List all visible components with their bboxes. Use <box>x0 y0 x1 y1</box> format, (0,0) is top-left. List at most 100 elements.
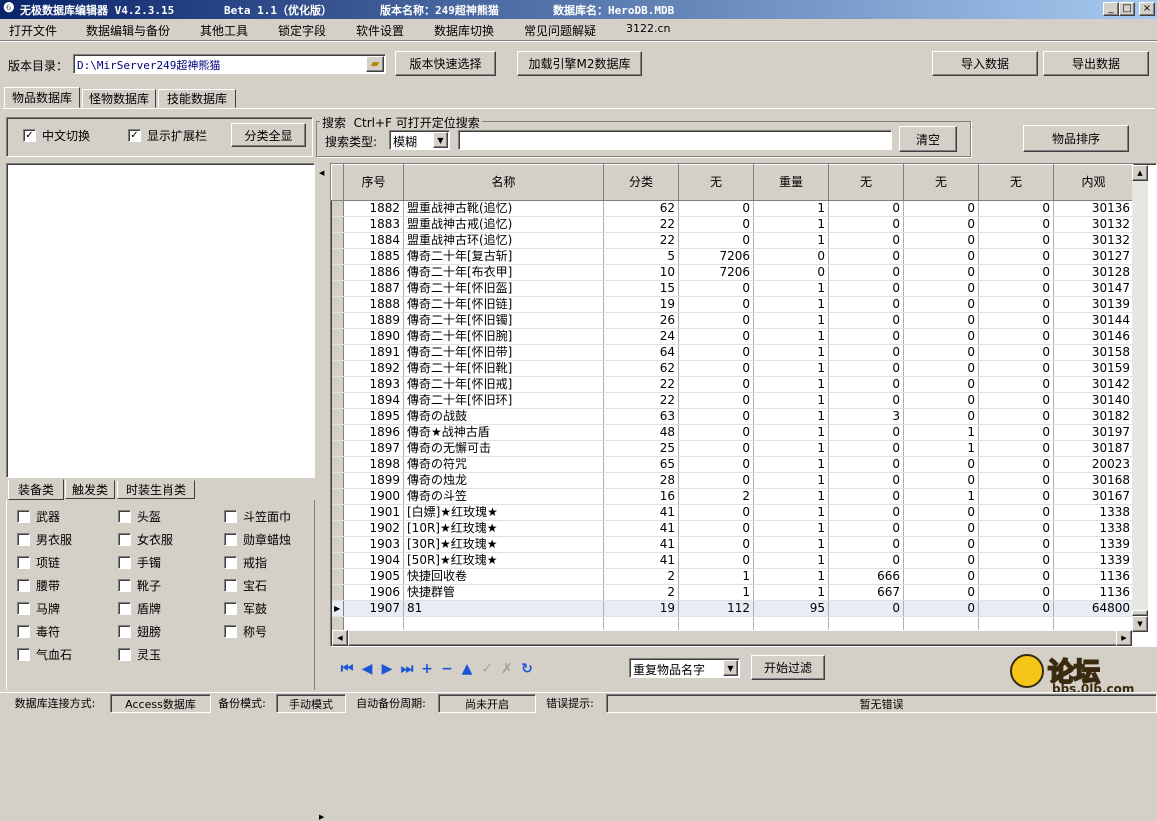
tab-trigger[interactable]: 触发类 <box>65 480 115 499</box>
cat-spirit-jade[interactable]: 灵玉 <box>118 646 161 663</box>
col-header-none-1[interactable]: 无 <box>678 164 754 201</box>
cell-appearance[interactable]: 30197 <box>1053 424 1134 441</box>
cell-weight[interactable]: 95 <box>753 600 829 617</box>
cell-weight[interactable]: 1 <box>753 488 829 505</box>
cell-id[interactable]: 1899 <box>343 472 404 489</box>
cell-category[interactable]: 48 <box>603 424 679 441</box>
cell-category[interactable]: 62 <box>603 360 679 377</box>
cell-none-1[interactable]: 0 <box>678 360 754 377</box>
cell-weight[interactable]: 1 <box>753 584 829 601</box>
cat-female-armor[interactable]: 女衣服 <box>118 531 173 548</box>
cell-category[interactable]: 64 <box>603 344 679 361</box>
row-indicator[interactable] <box>331 360 344 377</box>
cell-none-4[interactable]: 0 <box>978 280 1054 297</box>
cell-none-2[interactable]: 0 <box>828 424 904 441</box>
menu-site[interactable]: 3122.cn <box>626 22 671 35</box>
cell-name[interactable]: 盟重战神古靴(追忆) <box>403 200 604 217</box>
cell-none-3[interactable]: 0 <box>903 520 979 537</box>
cell-weight[interactable]: 1 <box>753 296 829 313</box>
clear-search-button[interactable]: 清空 <box>899 126 957 152</box>
cell-none-3[interactable]: 0 <box>903 216 979 233</box>
cell-none-1[interactable]: 112 <box>678 600 754 617</box>
table-row[interactable]: ▶ 1907 81 19 112 95 0 0 0 64800 <box>331 600 1134 617</box>
cell-none-3[interactable]: 0 <box>903 408 979 425</box>
cell-category[interactable]: 15 <box>603 280 679 297</box>
cell-appearance[interactable]: 30128 <box>1053 264 1134 281</box>
maximize-button[interactable]: □ <box>1119 2 1135 16</box>
cell-none-2[interactable]: 0 <box>828 520 904 537</box>
cell-name[interactable]: 傳奇二十年[怀旧腕] <box>403 328 604 345</box>
cell-category[interactable]: 19 <box>603 296 679 313</box>
next-record-icon[interactable]: ▶ <box>377 661 397 677</box>
cell-weight[interactable]: 1 <box>753 552 829 569</box>
cell-name[interactable]: 傳奇二十年[怀旧环] <box>403 392 604 409</box>
cell-none-4[interactable]: 0 <box>978 568 1054 585</box>
delete-record-icon[interactable]: − <box>437 661 457 677</box>
cell-none-2[interactable]: 0 <box>828 216 904 233</box>
cat-blood-stone[interactable]: 气血石 <box>17 646 72 663</box>
cell-none-2[interactable]: 0 <box>828 552 904 569</box>
cell-id[interactable]: 1901 <box>343 504 404 521</box>
cell-none-4[interactable]: 0 <box>978 552 1054 569</box>
cat-boots[interactable]: 靴子 <box>118 577 161 594</box>
cell-none-3[interactable]: 0 <box>903 280 979 297</box>
cell-none-4[interactable]: 0 <box>978 584 1054 601</box>
cell-none-1[interactable]: 0 <box>678 472 754 489</box>
cell-none-1[interactable]: 0 <box>678 520 754 537</box>
cell-id[interactable]: 1889 <box>343 312 404 329</box>
cell-category[interactable]: 22 <box>603 376 679 393</box>
cell-appearance[interactable]: 1136 <box>1053 568 1134 585</box>
cell-none-2[interactable]: 0 <box>828 440 904 457</box>
cell-none-1[interactable]: 0 <box>678 232 754 249</box>
cell-appearance[interactable]: 30146 <box>1053 328 1134 345</box>
prior-record-icon[interactable]: ◀ <box>357 661 377 677</box>
load-m2-button[interactable]: 加载引擎M2数据库 <box>517 51 642 76</box>
cell-none-4[interactable]: 0 <box>978 504 1054 521</box>
table-row[interactable]: 1905 快捷回收卷 2 1 1 666 0 0 1136 <box>331 568 1134 585</box>
row-indicator[interactable] <box>331 248 344 265</box>
search-input[interactable] <box>458 130 892 150</box>
cell-none-3[interactable]: 0 <box>903 472 979 489</box>
row-indicator[interactable] <box>331 488 344 505</box>
post-record-icon[interactable]: ✓ <box>477 661 497 677</box>
row-indicator[interactable] <box>331 552 344 569</box>
cell-category[interactable]: 25 <box>603 440 679 457</box>
cell-appearance[interactable]: 30144 <box>1053 312 1134 329</box>
cell-id[interactable]: 1897 <box>343 440 404 457</box>
cell-none-1[interactable]: 0 <box>678 408 754 425</box>
table-row[interactable]: 1889 傳奇二十年[怀旧镯] 26 0 1 0 0 0 30144 <box>331 312 1134 329</box>
cell-appearance[interactable]: 1338 <box>1053 504 1134 521</box>
cat-medal-candle[interactable]: 勋章蜡烛 <box>224 531 291 548</box>
cell-none-3[interactable]: 1 <box>903 440 979 457</box>
cell-none-3[interactable]: 0 <box>903 456 979 473</box>
table-row[interactable]: 1883 盟重战神古戒(追忆) 22 0 1 0 0 0 30132 <box>331 216 1134 233</box>
cell-category[interactable]: 22 <box>603 232 679 249</box>
cell-none-2[interactable]: 0 <box>828 328 904 345</box>
scroll-left-arrow-icon[interactable]: ◀ <box>332 630 348 646</box>
cell-appearance[interactable]: 30147 <box>1053 280 1134 297</box>
cat-ring[interactable]: 戒指 <box>224 554 267 571</box>
cell-none-4[interactable]: 0 <box>978 488 1054 505</box>
col-header-appearance[interactable]: 内观 <box>1053 164 1134 201</box>
cell-none-1[interactable]: 0 <box>678 344 754 361</box>
cell-none-4[interactable]: 0 <box>978 216 1054 233</box>
cell-none-2[interactable]: 0 <box>828 472 904 489</box>
cell-none-4[interactable]: 0 <box>978 536 1054 553</box>
cell-none-2[interactable]: 0 <box>828 376 904 393</box>
cell-none-3[interactable]: 0 <box>903 568 979 585</box>
cell-none-2[interactable]: 0 <box>828 504 904 521</box>
cell-none-4[interactable]: 0 <box>978 328 1054 345</box>
cell-none-2[interactable]: 666 <box>828 568 904 585</box>
cell-none-4[interactable]: 0 <box>978 264 1054 281</box>
cell-weight[interactable]: 1 <box>753 232 829 249</box>
cell-weight[interactable]: 1 <box>753 536 829 553</box>
cell-none-1[interactable]: 0 <box>678 312 754 329</box>
first-record-icon[interactable]: ⏮ <box>337 661 357 677</box>
cell-none-1[interactable]: 0 <box>678 280 754 297</box>
row-indicator[interactable] <box>331 280 344 297</box>
cancel-record-icon[interactable]: ✗ <box>497 661 517 677</box>
row-indicator[interactable] <box>331 408 344 425</box>
edit-record-icon[interactable]: ▲ <box>457 661 477 677</box>
cell-appearance[interactable]: 30168 <box>1053 472 1134 489</box>
cell-weight[interactable]: 1 <box>753 280 829 297</box>
